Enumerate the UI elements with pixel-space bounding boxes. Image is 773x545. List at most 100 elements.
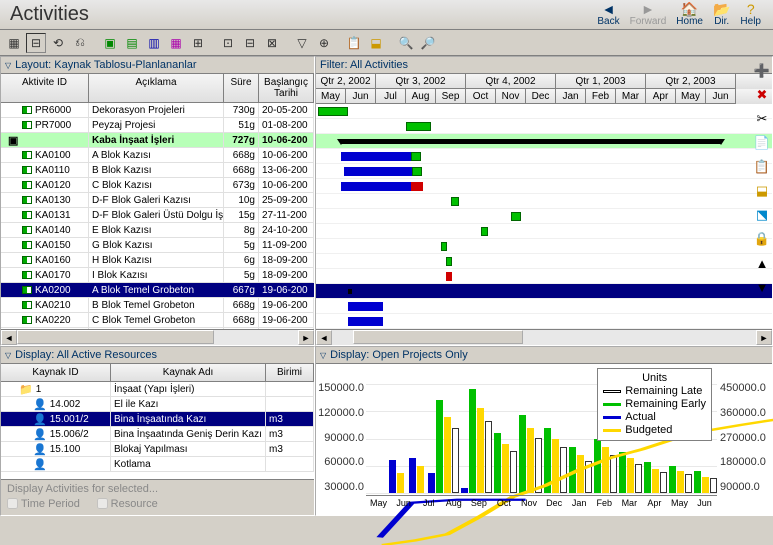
- gantt-row[interactable]: [316, 209, 772, 224]
- gantt-row[interactable]: [316, 299, 772, 314]
- tb-zoom-in[interactable]: 🔍: [396, 33, 416, 53]
- resource-row[interactable]: 👤14.002El ile Kazı: [1, 397, 314, 412]
- activity-row[interactable]: KA0120C Blok Kazısı673g10-06-200: [1, 178, 314, 193]
- activity-row[interactable]: KA0160H Blok Kazısı6g18-09-200: [1, 253, 314, 268]
- gantt-row[interactable]: [316, 224, 772, 239]
- title-bar: Activities ◄Back ►Forward 🏠Home 📂Dir. ?H…: [0, 0, 773, 30]
- activity-row[interactable]: KA0200A Blok Temel Grobeton667g19-06-200: [1, 283, 314, 298]
- side-add[interactable]: ➕: [753, 62, 771, 80]
- resource-row[interactable]: 👤15.006/2Bina İnşaatında Geniş Derin Kaz…: [1, 427, 314, 442]
- resource-row[interactable]: 👤Kotlama: [1, 457, 314, 472]
- activity-table-pane: ▽Layout: Kaynak Tablosu-Planlananlar Akt…: [0, 56, 315, 346]
- chart-legend: Units Remaining Late Remaining Early Act…: [597, 368, 712, 441]
- gantt-pane: Filter: All Activities Qtr 2, 2002Qtr 3,…: [315, 56, 773, 346]
- activity-row[interactable]: KA0150G Blok Kazısı5g11-09-200: [1, 238, 314, 253]
- activity-row[interactable]: KA0210B Blok Temel Grobeton668g19-06-200: [1, 298, 314, 313]
- tb-btn-15[interactable]: 📋: [344, 33, 364, 53]
- dir-button[interactable]: 📂Dir.: [713, 2, 730, 27]
- gantt-row[interactable]: [316, 149, 772, 164]
- display-options: Display Activities for selected... Time …: [1, 479, 314, 516]
- gantt-row[interactable]: [316, 239, 772, 254]
- gantt-months: MayJunJulAugSepOctNovDecJanFebMarAprMayJ…: [316, 89, 772, 104]
- side-cut[interactable]: ✂: [753, 110, 771, 128]
- resource-row[interactable]: 👤15.100Blokaj Yapılmasım3: [1, 442, 314, 457]
- activity-row[interactable]: KA0220C Blok Temel Grobeton668g19-06-200: [1, 313, 314, 328]
- resource-row[interactable]: 📁1İnşaat (Yapı İşleri): [1, 382, 314, 397]
- tb-btn-3[interactable]: ⟲: [48, 33, 68, 53]
- activity-row[interactable]: KA0100A Blok Kazısı668g10-06-200: [1, 148, 314, 163]
- side-tool3[interactable]: 🔒: [753, 230, 771, 248]
- gantt-row[interactable]: [316, 269, 772, 284]
- activity-row[interactable]: KA0170I Blok Kazısı5g18-09-200: [1, 268, 314, 283]
- activity-row[interactable]: ▣Kaba İnşaat İşleri727g10-06-200: [1, 133, 314, 148]
- side-up[interactable]: ▲: [753, 254, 771, 272]
- gantt-row[interactable]: [316, 179, 772, 194]
- tb-btn-7[interactable]: ▥: [144, 33, 164, 53]
- gantt-row[interactable]: [316, 119, 772, 134]
- chk-time[interactable]: Time Period: [7, 498, 80, 510]
- home-icon: 🏠: [681, 2, 698, 16]
- res-col-unit[interactable]: Birimi: [266, 364, 314, 381]
- resource-grid[interactable]: 📁1İnşaat (Yapı İşleri)👤14.002El ile Kazı…: [1, 382, 314, 479]
- help-icon: ?: [747, 2, 755, 16]
- chart-header[interactable]: ▽Display: Open Projects Only: [316, 347, 772, 364]
- activity-grid[interactable]: PR6000Dekorasyon Projeleri730g20-05-200P…: [1, 103, 314, 329]
- y-axis-right: 450000.0360000.0270000.0180000.090000.0: [720, 382, 770, 493]
- side-tool1[interactable]: ⬓: [753, 182, 771, 200]
- gantt-row[interactable]: [316, 134, 772, 149]
- activity-row[interactable]: KA0140E Blok Kazısı8g24-10-200: [1, 223, 314, 238]
- activity-row[interactable]: KA0110B Blok Kazısı668g13-06-200: [1, 163, 314, 178]
- activity-row[interactable]: PR6000Dekorasyon Projeleri730g20-05-200: [1, 103, 314, 118]
- home-button[interactable]: 🏠Home: [676, 2, 703, 27]
- res-col-name[interactable]: Kaynak Adı: [111, 364, 266, 381]
- tb-btn-12[interactable]: ⊠: [262, 33, 282, 53]
- layout-header[interactable]: ▽Layout: Kaynak Tablosu-Planlananlar: [1, 57, 314, 74]
- side-del[interactable]: ✖: [753, 86, 771, 104]
- tb-zoom-out[interactable]: 🔎: [418, 33, 438, 53]
- hscroll-gantt[interactable]: ◄►: [316, 329, 772, 345]
- res-col-id[interactable]: Kaynak ID: [1, 364, 111, 381]
- help-button[interactable]: ?Help: [740, 2, 761, 27]
- chk-resource[interactable]: Resource: [97, 498, 158, 510]
- back-button[interactable]: ◄Back: [597, 2, 619, 27]
- side-down[interactable]: ▼: [753, 278, 771, 296]
- filter-header[interactable]: Filter: All Activities: [316, 57, 772, 74]
- tb-btn-10[interactable]: ⊡: [218, 33, 238, 53]
- col-id[interactable]: Aktivite ID: [1, 74, 89, 102]
- gantt-row[interactable]: [316, 314, 772, 329]
- gantt-quarters: Qtr 2, 2002Qtr 3, 2002Qtr 4, 2002Qtr 1, …: [316, 74, 772, 89]
- activity-row[interactable]: PR7000Peyzaj Projesi51g01-08-200: [1, 118, 314, 133]
- tb-btn-4[interactable]: ⎌: [70, 33, 90, 53]
- col-start[interactable]: Başlangıç Tarihi: [259, 74, 314, 102]
- gantt-row[interactable]: [316, 254, 772, 269]
- forward-button[interactable]: ►Forward: [630, 2, 667, 27]
- activity-row[interactable]: KA0131D-F Blok Galeri Üstü Dolgu İşleri1…: [1, 208, 314, 223]
- gantt-row[interactable]: [316, 104, 772, 119]
- back-icon: ◄: [602, 2, 616, 16]
- hscroll-left[interactable]: ◄►: [1, 329, 314, 345]
- tb-filter[interactable]: ▽: [292, 33, 312, 53]
- tb-btn-8[interactable]: ▦: [166, 33, 186, 53]
- tb-btn-14[interactable]: ⊕: [314, 33, 334, 53]
- gantt-row[interactable]: [316, 284, 772, 299]
- tb-btn-1[interactable]: ▦: [4, 33, 24, 53]
- side-paste[interactable]: 📋: [753, 158, 771, 176]
- side-tool2[interactable]: ⬔: [753, 206, 771, 224]
- gantt-row[interactable]: [316, 194, 772, 209]
- chart-pane: ▽Display: Open Projects Only Units Remai…: [315, 346, 773, 516]
- tb-btn-16[interactable]: ⬓: [366, 33, 386, 53]
- activity-row[interactable]: KA0130D-F Blok Galeri Kazısı10g25-09-200: [1, 193, 314, 208]
- tb-btn-2[interactable]: ⊟: [26, 33, 46, 53]
- col-desc[interactable]: Açıklama: [89, 74, 224, 102]
- side-toolbar: ➕ ✖ ✂ 📄 📋 ⬓ ⬔ 🔒 ▲ ▼: [751, 56, 773, 296]
- gantt-body[interactable]: [316, 104, 772, 329]
- tb-btn-11[interactable]: ⊟: [240, 33, 260, 53]
- tb-btn-6[interactable]: ▤: [122, 33, 142, 53]
- gantt-row[interactable]: [316, 164, 772, 179]
- tb-btn-9[interactable]: ⊞: [188, 33, 208, 53]
- tb-btn-5[interactable]: ▣: [100, 33, 120, 53]
- resource-row[interactable]: 👤15.001/2Bina İnşaatında Kazım3: [1, 412, 314, 427]
- resource-header[interactable]: ▽Display: All Active Resources: [1, 347, 314, 364]
- side-copy[interactable]: 📄: [753, 134, 771, 152]
- col-dur[interactable]: Süre: [224, 74, 259, 102]
